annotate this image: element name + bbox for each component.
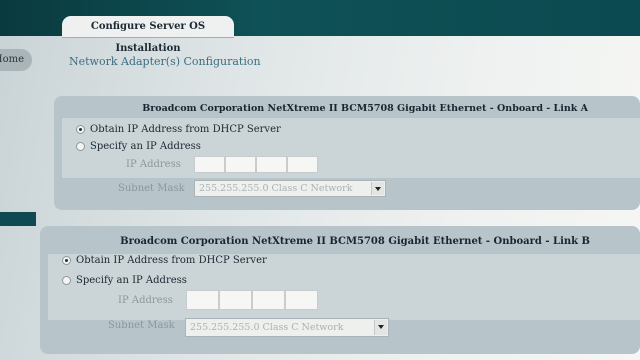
subnet-mask-select[interactable]: 255.255.255.0 Class C Network — [194, 180, 386, 197]
screen: Configure Server OS Installation Home Ne… — [0, 0, 640, 360]
chevron-down-icon[interactable] — [371, 182, 384, 195]
ip-octet-1[interactable] — [186, 290, 219, 310]
tab-configure-server-os[interactable]: Configure Server OS Installation — [62, 16, 234, 54]
ip-octet-4[interactable] — [285, 290, 318, 310]
dhcp-label: Obtain IP Address from DHCP Server — [90, 124, 281, 135]
ip-address-input[interactable] — [186, 290, 318, 310]
adapter-header: Broadcom Corporation NetXtreme II BCM570… — [142, 103, 588, 114]
adapter-panel-link-b: Broadcom Corporation NetXtreme II BCM570… — [40, 226, 640, 354]
subnet-mask-label: Subnet Mask — [118, 183, 185, 194]
static-ip-option[interactable]: Specify an IP Address — [76, 141, 201, 152]
static-ip-label: Specify an IP Address — [76, 275, 187, 286]
subnet-mask-value: 255.255.255.0 Class C Network — [190, 322, 344, 333]
subnet-mask-label: Subnet Mask — [108, 320, 175, 331]
adapter-panel-link-a: Broadcom Corporation NetXtreme II BCM570… — [54, 96, 640, 210]
ip-address-label: IP Address — [118, 295, 173, 306]
dhcp-radio[interactable] — [62, 256, 71, 265]
ip-octet-2[interactable] — [225, 156, 256, 173]
dhcp-radio[interactable] — [76, 125, 85, 134]
left-nav-accent — [0, 212, 36, 226]
ip-octet-3[interactable] — [256, 156, 287, 173]
tab-strip: Configure Server OS Installation — [0, 0, 640, 54]
page-title: Network Adapter(s) Configuration — [69, 55, 261, 68]
ip-octet-1[interactable] — [194, 156, 225, 173]
ip-octet-3[interactable] — [252, 290, 285, 310]
ip-address-label: IP Address — [126, 159, 181, 170]
chevron-down-icon[interactable] — [374, 320, 387, 335]
ip-octet-4[interactable] — [287, 156, 318, 173]
subnet-mask-value: 255.255.255.0 Class C Network — [199, 183, 353, 194]
ip-octet-2[interactable] — [219, 290, 252, 310]
static-ip-radio[interactable] — [62, 276, 71, 285]
static-ip-option[interactable]: Specify an IP Address — [62, 275, 187, 286]
adapter-header: Broadcom Corporation NetXtreme II BCM570… — [120, 236, 590, 247]
dhcp-option[interactable]: Obtain IP Address from DHCP Server — [76, 124, 281, 135]
dhcp-label: Obtain IP Address from DHCP Server — [76, 255, 267, 266]
home-button[interactable]: Home — [0, 49, 32, 71]
dhcp-option[interactable]: Obtain IP Address from DHCP Server — [62, 255, 267, 266]
subnet-mask-select[interactable]: 255.255.255.0 Class C Network — [185, 318, 389, 337]
static-ip-label: Specify an IP Address — [90, 141, 201, 152]
static-ip-radio[interactable] — [76, 142, 85, 151]
ip-address-input[interactable] — [194, 156, 318, 173]
